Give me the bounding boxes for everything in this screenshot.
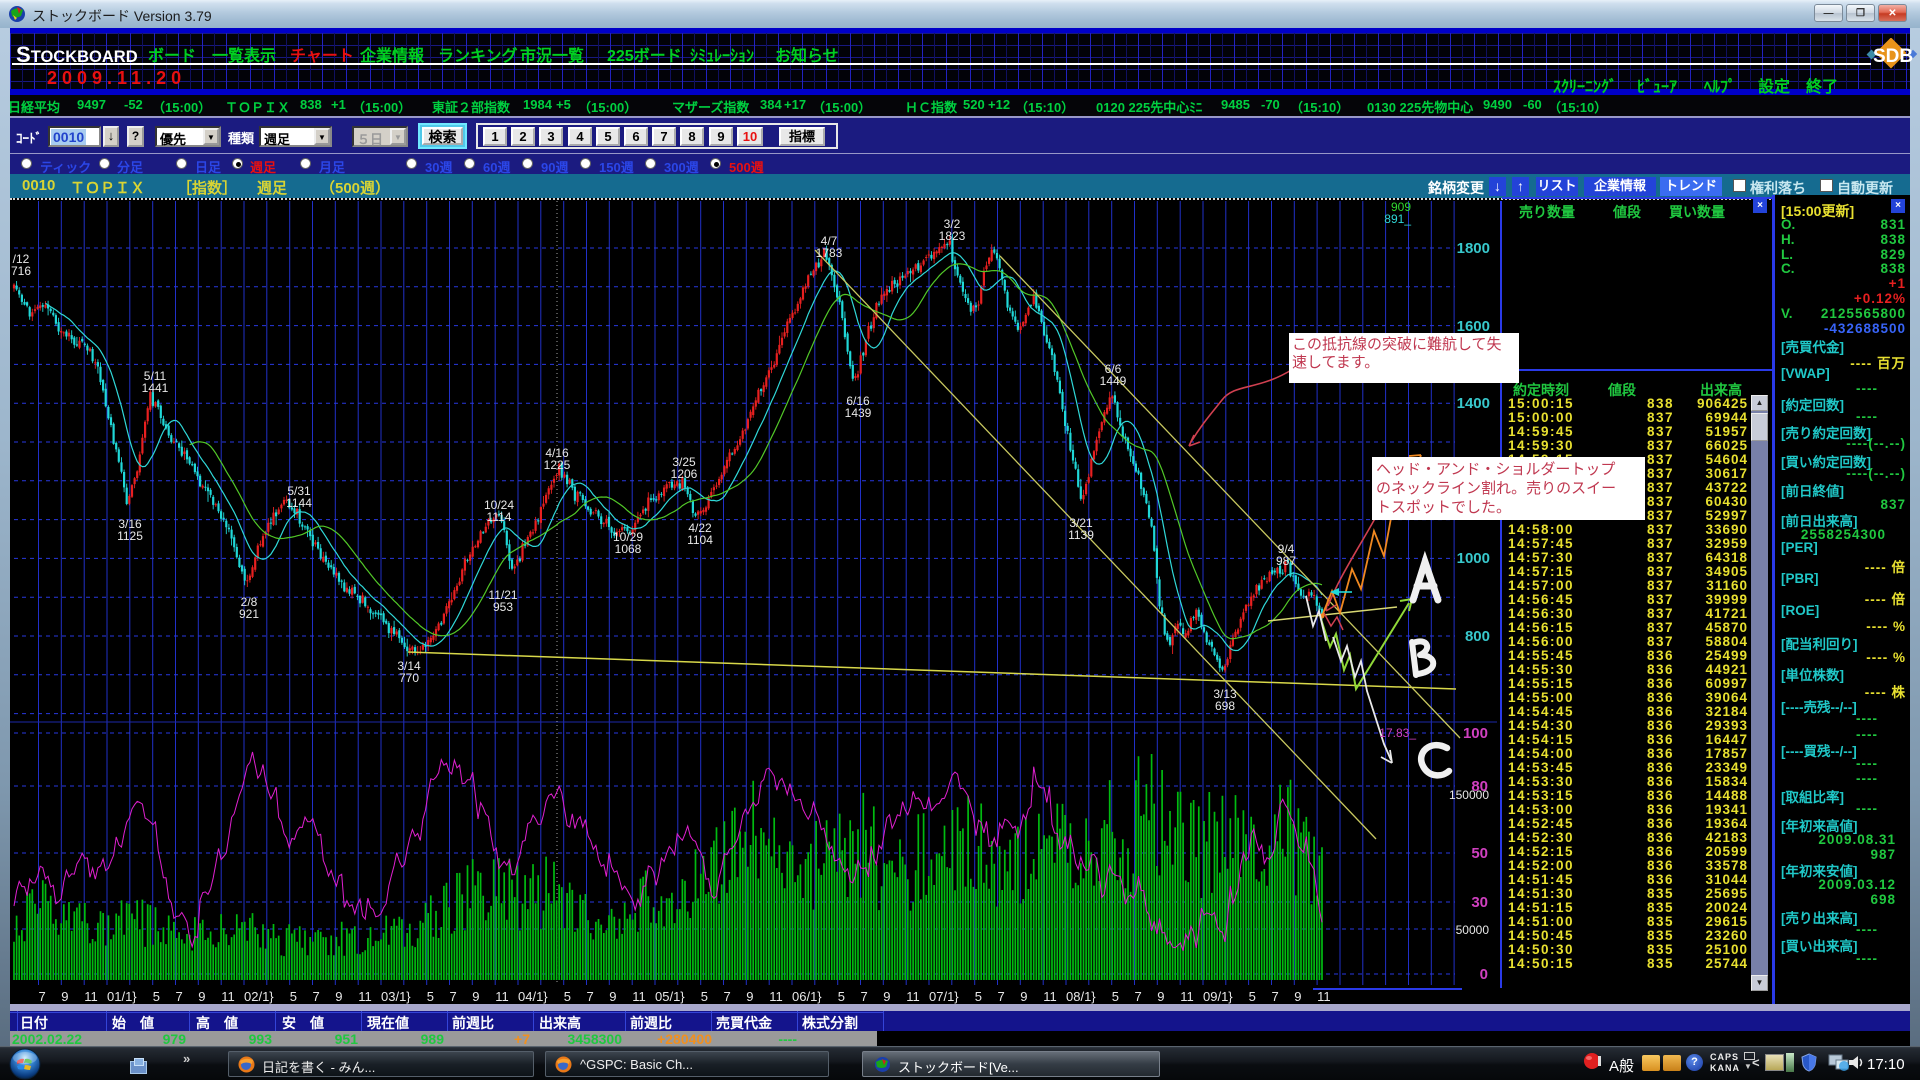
svg-text:17.83_: 17.83_ [1379, 726, 1416, 740]
svg-text:02/1}: 02/1} [244, 989, 274, 1004]
svg-text:50000: 50000 [1456, 923, 1490, 937]
svg-text:9: 9 [746, 989, 753, 1004]
svg-text:08/1}: 08/1} [1066, 989, 1096, 1004]
svg-text:1114: 1114 [487, 510, 512, 524]
svg-text:987: 987 [1276, 554, 1296, 568]
svg-text:953: 953 [493, 600, 513, 614]
svg-text:7: 7 [450, 989, 457, 1004]
svg-text:11: 11 [1043, 989, 1057, 1004]
svg-text:1104: 1104 [687, 533, 713, 547]
svg-text:1449: 1449 [1100, 374, 1127, 388]
svg-text:1125: 1125 [117, 529, 143, 543]
svg-text:150000: 150000 [1449, 788, 1489, 802]
svg-text:5: 5 [290, 989, 297, 1004]
svg-text:11: 11 [358, 989, 372, 1004]
svg-text:30: 30 [1471, 894, 1488, 911]
svg-text:5: 5 [975, 989, 982, 1004]
svg-text:7: 7 [313, 989, 320, 1004]
svg-text:1068: 1068 [615, 542, 642, 556]
svg-text:0: 0 [1480, 966, 1488, 983]
svg-text:11: 11 [221, 989, 235, 1004]
svg-text:9: 9 [1294, 989, 1301, 1004]
svg-text:1800: 1800 [1457, 240, 1490, 257]
svg-text:7: 7 [861, 989, 868, 1004]
svg-text:5: 5 [701, 989, 708, 1004]
svg-text:1000: 1000 [1457, 550, 1490, 567]
svg-text:9: 9 [883, 989, 890, 1004]
svg-text:1823: 1823 [939, 229, 966, 243]
svg-text:09/1}: 09/1} [1203, 989, 1233, 1004]
svg-text:9: 9 [61, 989, 68, 1004]
svg-text:11: 11 [84, 989, 98, 1004]
svg-text:800: 800 [1465, 628, 1490, 645]
svg-text:04/1}: 04/1} [518, 989, 548, 1004]
svg-text:7: 7 [39, 989, 46, 1004]
svg-text:07/1}: 07/1} [929, 989, 959, 1004]
svg-text:1139: 1139 [1068, 528, 1094, 542]
svg-text:7: 7 [176, 989, 183, 1004]
svg-text:1439: 1439 [845, 406, 872, 420]
svg-text:11: 11 [1180, 989, 1194, 1004]
svg-text:7: 7 [587, 989, 594, 1004]
svg-text:921: 921 [239, 607, 259, 621]
svg-text:9: 9 [198, 989, 205, 1004]
svg-text:5: 5 [427, 989, 434, 1004]
svg-text:1225: 1225 [544, 458, 571, 472]
svg-text:1206: 1206 [671, 467, 698, 481]
svg-text:1144: 1144 [286, 496, 312, 510]
svg-text:9: 9 [609, 989, 616, 1004]
svg-text:698: 698 [1215, 699, 1235, 713]
svg-text:5: 5 [838, 989, 845, 1004]
svg-text:7: 7 [1272, 989, 1279, 1004]
svg-text:770: 770 [399, 671, 419, 685]
svg-text:716: 716 [11, 264, 31, 278]
svg-text:5: 5 [153, 989, 160, 1004]
svg-text:5: 5 [1112, 989, 1119, 1004]
svg-text:1441: 1441 [142, 381, 169, 395]
svg-text:11: 11 [906, 989, 920, 1004]
svg-text:11: 11 [495, 989, 509, 1004]
svg-text:06/1}: 06/1} [792, 989, 822, 1004]
svg-text:100: 100 [1463, 725, 1488, 742]
svg-text:9: 9 [1020, 989, 1027, 1004]
svg-text:891_: 891_ [1384, 212, 1411, 226]
svg-text:11: 11 [1317, 989, 1331, 1004]
svg-text:7: 7 [1135, 989, 1142, 1004]
svg-text:SDB: SDB [1873, 46, 1913, 67]
svg-text:7: 7 [724, 989, 731, 1004]
svg-text:5: 5 [564, 989, 571, 1004]
svg-text:9: 9 [1157, 989, 1164, 1004]
svg-text:03/1}: 03/1} [381, 989, 411, 1004]
svg-text:7: 7 [998, 989, 1005, 1004]
svg-text:05/1}: 05/1} [655, 989, 685, 1004]
svg-text:9: 9 [472, 989, 479, 1004]
svg-text:5: 5 [1249, 989, 1256, 1004]
svg-text:1783: 1783 [816, 246, 843, 260]
svg-text:1400: 1400 [1457, 395, 1490, 412]
svg-text:11: 11 [632, 989, 646, 1004]
svg-text:9: 9 [335, 989, 342, 1004]
svg-text:50: 50 [1471, 845, 1488, 862]
svg-text:01/1}: 01/1} [107, 989, 137, 1004]
svg-text:11: 11 [769, 989, 783, 1004]
